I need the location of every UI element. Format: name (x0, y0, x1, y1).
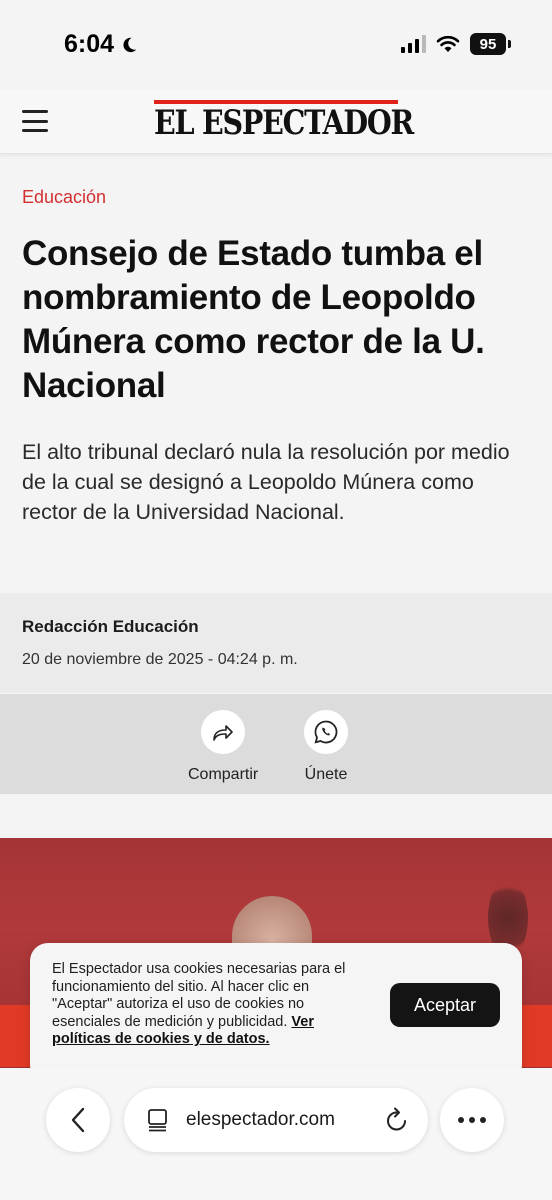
cellular-signal-icon (401, 35, 426, 53)
wifi-icon (436, 35, 460, 52)
chevron-left-icon (71, 1107, 85, 1133)
author-name[interactable]: Redacción Educación (22, 617, 199, 637)
whatsapp-icon (304, 710, 348, 754)
left-ad-edge (0, 1005, 30, 1067)
share-label: Compartir (188, 766, 259, 783)
site-header: EL ESPECTADOR (0, 90, 552, 154)
battery-level: 95 (479, 35, 497, 53)
share-bar: Compartir Únete (0, 694, 552, 794)
logo-text: EL ESPECTADOR (154, 103, 414, 143)
cookie-message: El Espectador usa cookies necesarias par… (52, 961, 370, 1049)
share-arrow-icon (201, 710, 246, 754)
status-bar: 6:04 95 (0, 0, 552, 90)
moon-icon (123, 37, 137, 52)
accept-cookies-button[interactable]: Aceptar (390, 983, 500, 1027)
join-label: Únete (304, 766, 348, 783)
right-ad-edge (522, 1005, 552, 1067)
status-indicators: 95 (401, 33, 511, 55)
back-button[interactable] (46, 1088, 110, 1152)
battery-indicator: 95 (470, 33, 511, 55)
share-button[interactable]: Compartir (188, 710, 258, 784)
reload-icon[interactable] (384, 1106, 410, 1134)
article-headline: Consejo de Estado tumba el nombramiento … (22, 234, 485, 405)
publish-date: 20 de noviembre de 2025 - 04:24 p. m. (22, 651, 298, 668)
more-dots-icon (458, 1117, 486, 1123)
section-link[interactable]: Educación (22, 187, 106, 208)
site-logo[interactable]: EL ESPECTADOR (154, 100, 414, 143)
status-time: 6:04 (64, 30, 138, 59)
url-text: elespectador.com (186, 1109, 335, 1130)
article-summary: El alto tribunal declaró nula la resoluc… (22, 440, 510, 524)
byline: Redacción Educación 20 de noviembre de 2… (0, 593, 552, 693)
join-whatsapp-button[interactable]: Únete (304, 710, 348, 784)
more-button[interactable] (440, 1088, 504, 1152)
address-bar[interactable]: elespectador.com (124, 1088, 428, 1152)
page-icon[interactable] (146, 1108, 170, 1132)
clock-text: 6:04 (64, 30, 115, 58)
browser-toolbar: elespectador.com (0, 1068, 552, 1200)
cookie-banner: El Espectador usa cookies necesarias par… (30, 943, 522, 1083)
hamburger-icon[interactable] (22, 110, 48, 132)
